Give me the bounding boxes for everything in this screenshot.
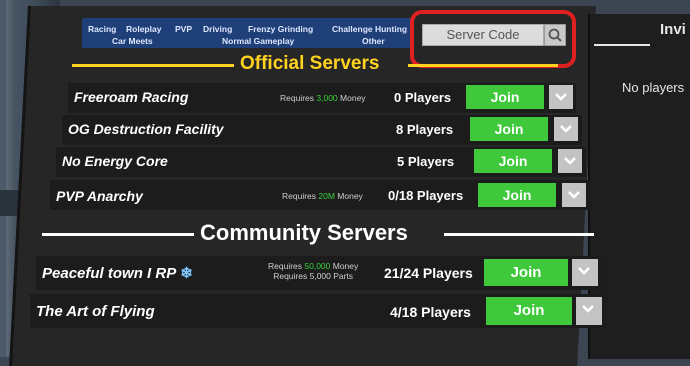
community-servers-title: Community Servers bbox=[200, 220, 408, 245]
join-button[interactable]: Join bbox=[484, 259, 568, 286]
server-requirement: Requires 50,000 Money Requires 5,000 Part… bbox=[268, 261, 359, 281]
chevron-down-icon bbox=[560, 125, 572, 133]
chevron-down-icon bbox=[568, 191, 580, 199]
tag-car-meets[interactable]: Car Meets bbox=[112, 36, 153, 46]
expand-button[interactable] bbox=[554, 117, 578, 141]
community-heading-line-right bbox=[444, 233, 594, 236]
server-name: Freeroam Racing bbox=[74, 89, 189, 105]
join-button[interactable]: Join bbox=[486, 297, 572, 325]
server-name: OG Destruction Facility bbox=[68, 121, 224, 137]
server-requirement: Requires 20M Money bbox=[282, 191, 363, 201]
official-heading-line-left bbox=[72, 64, 234, 67]
tag-challenge-hunting[interactable]: Challenge Hunting bbox=[332, 24, 407, 34]
player-count: 4/18 Players bbox=[390, 304, 471, 320]
tag-frenzy-grinding[interactable]: Frenzy Grinding bbox=[248, 24, 313, 34]
player-count: 5 Players bbox=[397, 154, 455, 169]
tag-driving[interactable]: Driving bbox=[203, 24, 232, 34]
join-button[interactable]: Join bbox=[466, 85, 544, 109]
player-count: 0 Players bbox=[394, 90, 452, 105]
tag-racing[interactable]: Racing bbox=[88, 24, 116, 34]
join-button[interactable]: Join bbox=[478, 183, 556, 207]
server-name: No Energy Core bbox=[62, 153, 168, 169]
expand-button[interactable] bbox=[558, 149, 582, 173]
tag-pvp[interactable]: PVP bbox=[175, 24, 192, 34]
chevron-down-icon bbox=[564, 157, 576, 165]
join-button[interactable]: Join bbox=[474, 149, 552, 173]
tag-roleplay[interactable]: Roleplay bbox=[126, 24, 161, 34]
tag-normal-gameplay[interactable]: Normal Gameplay bbox=[222, 36, 294, 46]
official-servers-title: Official Servers bbox=[240, 53, 380, 74]
join-button[interactable]: Join bbox=[470, 117, 548, 141]
expand-button[interactable] bbox=[572, 259, 598, 286]
chevron-down-icon bbox=[555, 93, 567, 101]
red-annotation-circle bbox=[410, 10, 576, 68]
player-count: 0/18 Players bbox=[388, 188, 464, 203]
expand-button[interactable] bbox=[549, 85, 573, 109]
chevron-down-icon bbox=[578, 267, 590, 275]
server-requirement: Requires 3,000 Money bbox=[280, 93, 366, 103]
tag-other[interactable]: Other bbox=[362, 36, 385, 46]
official-heading-line-right bbox=[408, 64, 558, 67]
server-name: The Art of Flying bbox=[36, 303, 155, 320]
expand-button[interactable] bbox=[576, 297, 602, 325]
snowflake-icon: ❄ bbox=[180, 265, 193, 282]
player-count: 8 Players bbox=[396, 122, 454, 137]
invite-panel-title: Invi bbox=[660, 21, 686, 38]
player-count: 21/24 Players bbox=[384, 265, 473, 281]
chevron-down-icon bbox=[582, 305, 594, 313]
server-name: PVP Anarchy bbox=[56, 188, 143, 204]
community-heading-line-left bbox=[42, 233, 194, 236]
server-name: Peaceful town I RP ❄ bbox=[42, 265, 193, 282]
invite-empty-text: No players bbox=[622, 80, 685, 95]
invite-title-divider bbox=[594, 44, 650, 46]
expand-button[interactable] bbox=[562, 183, 586, 207]
